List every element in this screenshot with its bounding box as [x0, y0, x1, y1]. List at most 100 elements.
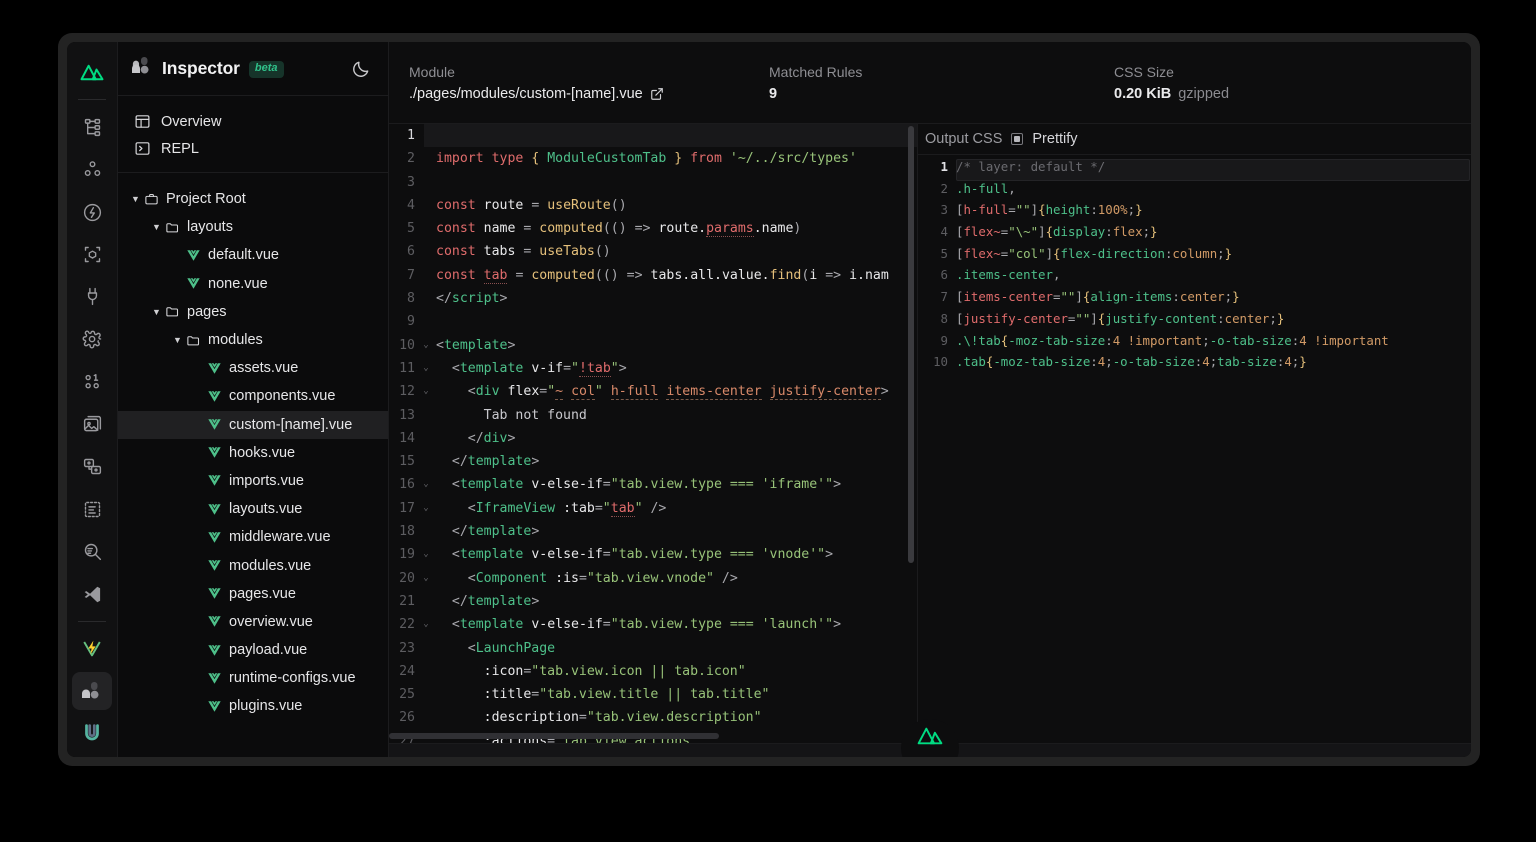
tree-file-item[interactable]: middleware.vue	[118, 523, 388, 551]
rail-item-unocss[interactable]	[72, 715, 112, 752]
editor-line-number: 26	[389, 706, 419, 729]
chevron-down-icon[interactable]: ▼	[130, 194, 141, 204]
fold-toggle-icon[interactable]: ⌄	[419, 613, 433, 636]
tree-file-item[interactable]: plugins.vue	[118, 692, 388, 720]
tree-file-item[interactable]: layouts.vue	[118, 495, 388, 523]
css-line: 2.h-full,	[918, 181, 1471, 203]
rail-separator	[78, 99, 106, 100]
editor-line-content: <template>	[433, 334, 515, 357]
tree-file-item[interactable]: none.vue	[118, 270, 388, 298]
fold-toggle-icon[interactable]: ⌄	[419, 380, 433, 403]
tree-file-item[interactable]: assets.vue	[118, 354, 388, 382]
vue-icon	[207, 362, 222, 375]
tree-file-item[interactable]: overview.vue	[118, 608, 388, 636]
rail-item-nuxt[interactable]	[72, 54, 112, 91]
rail-item-pages[interactable]	[72, 108, 112, 145]
modules-box-icon	[82, 244, 103, 265]
tree-file-item[interactable]: components.vue	[118, 382, 388, 410]
tree-folder-item[interactable]: ▼pages	[118, 298, 388, 326]
prettify-label[interactable]: Prettify	[1032, 131, 1077, 147]
fold-toggle-icon[interactable]: ⌄	[419, 357, 433, 380]
chevron-down-icon[interactable]: ▼	[172, 335, 183, 345]
css-line-content: [flex~="\~"]{display:flex;}	[956, 224, 1158, 246]
fold-spacer	[419, 427, 433, 450]
fold-toggle-icon[interactable]: ⌄	[419, 334, 433, 357]
editor-line-content: import type { ModuleCustomTab } from '~/…	[433, 147, 857, 170]
editor-line-content: </template>	[433, 590, 539, 613]
rail-item-inspector[interactable]	[72, 672, 112, 709]
root-icon	[144, 192, 159, 207]
tree-file-item[interactable]: hooks.vue	[118, 439, 388, 467]
folder-icon	[165, 304, 180, 319]
meta-matched-rules-value: 9	[769, 86, 777, 102]
rail-item-plugins[interactable]	[72, 278, 112, 315]
rail-item-vs-code[interactable]	[72, 575, 112, 612]
tree-file-item[interactable]: custom-[name].vue	[118, 411, 388, 439]
rail-item-modules[interactable]	[72, 236, 112, 273]
editor-line: 19⌄ <template v-else-if="tab.view.type =…	[389, 543, 917, 566]
imports-icon	[82, 456, 103, 477]
editor-line-content: <LaunchPage	[433, 637, 555, 660]
external-link-icon[interactable]	[650, 87, 664, 101]
vue-icon	[207, 418, 222, 431]
css-line-number: 1	[918, 159, 956, 181]
source-editor[interactable]: 1⌄<script setup lang="ts">2import type {…	[389, 124, 918, 743]
sidebar-nav-overview[interactable]: Overview	[118, 108, 388, 135]
tree-item-label: hooks.vue	[229, 445, 295, 461]
tree-folder-item[interactable]: ▼ modules	[118, 326, 388, 354]
css-line-content: /* layer: default */	[956, 159, 1105, 181]
devtools-window: Inspector beta OverviewREPL ▼Project Roo…	[58, 33, 1480, 766]
rail-item-settings[interactable]	[72, 321, 112, 358]
sidebar-nav-repl[interactable]: REPL	[118, 135, 388, 162]
tree-folder-item[interactable]: ▼layouts	[118, 213, 388, 241]
editor-vertical-scrollbar[interactable]	[908, 126, 914, 563]
editor-line-number: 15	[389, 450, 419, 473]
sidebar-nav-label: REPL	[161, 141, 199, 157]
tree-file-item[interactable]: modules.vue	[118, 551, 388, 579]
rail-item-payload[interactable]	[72, 363, 112, 400]
css-line-number: 4	[918, 224, 956, 246]
editor-line-content: const tab = computed(() => tabs.all.valu…	[433, 264, 889, 287]
editor-line-content: <template v-else-if="tab.view.type === '…	[433, 473, 841, 496]
editor-line-number: 12	[389, 380, 419, 403]
rail-item-components[interactable]	[72, 151, 112, 188]
meta-module-value-row: ./pages/modules/custom-[name].vue	[409, 86, 759, 102]
css-line-number: 9	[918, 333, 956, 355]
tree-file-item[interactable]: runtime-configs.vue	[118, 664, 388, 692]
moon-icon[interactable]	[351, 59, 371, 79]
fold-spacer	[419, 240, 433, 263]
vue-icon	[207, 559, 222, 572]
editor-line-number: 11	[389, 357, 419, 380]
tree-file-item[interactable]: default.vue	[118, 241, 388, 269]
editor-line-number: 5	[389, 217, 419, 240]
fold-toggle-icon[interactable]: ⌄	[419, 497, 433, 520]
editor-line-content: <IframeView :tab="tab" />	[433, 497, 666, 520]
fold-toggle-icon[interactable]: ⌄	[419, 567, 433, 590]
chevron-down-icon[interactable]: ▼	[151, 307, 162, 317]
output-css-pane: Output CSS Prettify 1/* layer: default *…	[918, 124, 1471, 743]
fold-toggle-icon[interactable]: ⌄	[419, 543, 433, 566]
editor-horizontal-scrollbar[interactable]	[389, 733, 719, 739]
rail-item-assets[interactable]	[72, 406, 112, 443]
editor-line: 15 </template>	[389, 450, 917, 473]
tree-file-item[interactable]: pages.vue	[118, 580, 388, 608]
rail-item-layouts[interactable]	[72, 490, 112, 527]
editor-line: 9	[389, 310, 917, 333]
meta-css-size-suffix: gzipped	[1178, 86, 1229, 102]
fold-spacer	[419, 217, 433, 240]
rail-item-imports[interactable]	[72, 448, 112, 485]
rail-item-inspect[interactable]	[72, 533, 112, 570]
tree-folder-item[interactable]: ▼Project Root	[118, 185, 388, 213]
payload-binary-icon	[82, 371, 103, 392]
rail-item-hooks[interactable]	[72, 193, 112, 230]
tree-file-item[interactable]: imports.vue	[118, 467, 388, 495]
nuxt-logo-icon	[917, 727, 943, 745]
editor-line-number: 18	[389, 520, 419, 543]
rail-item-vite[interactable]	[72, 630, 112, 667]
tree-item-label: modules	[208, 332, 263, 348]
editor-line-number: 6	[389, 240, 419, 263]
tree-file-item[interactable]: payload.vue	[118, 636, 388, 664]
prettify-checkbox[interactable]	[1011, 133, 1023, 145]
fold-toggle-icon[interactable]: ⌄	[419, 473, 433, 496]
chevron-down-icon[interactable]: ▼	[151, 222, 162, 232]
